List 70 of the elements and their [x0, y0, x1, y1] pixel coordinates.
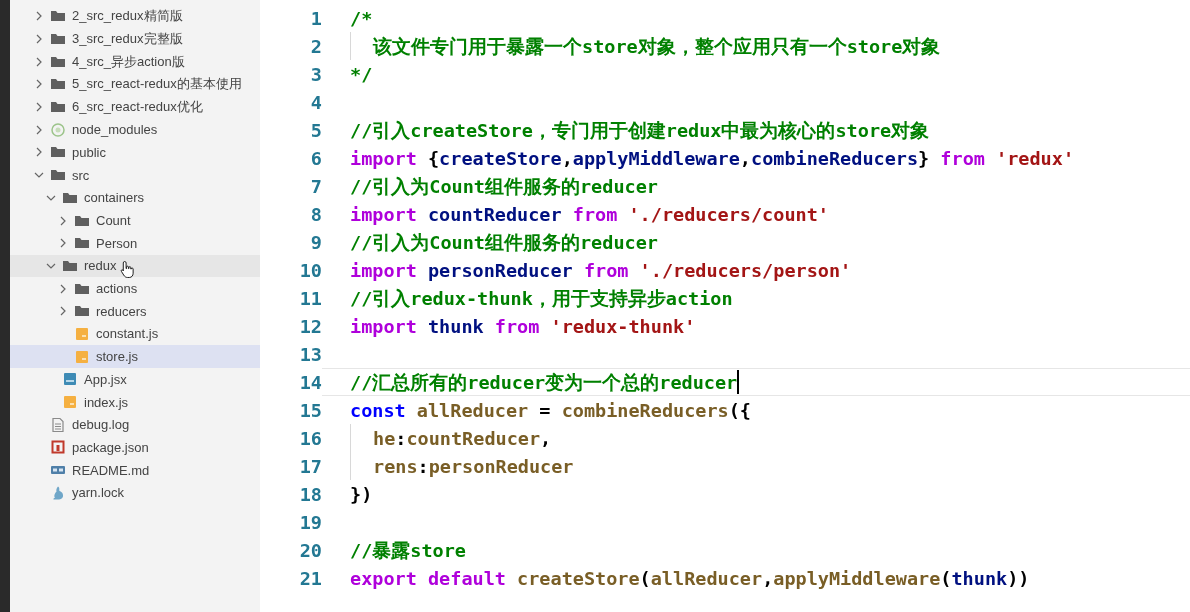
- tree-item[interactable]: 5_src_react-redux的基本使用: [10, 73, 260, 96]
- tree-item[interactable]: 3_src_redux完整版: [10, 27, 260, 51]
- code-comment: //引入为Count组件服务的reducer: [350, 230, 658, 255]
- tree-item[interactable]: index.js: [10, 390, 260, 414]
- tree-item[interactable]: actions: [10, 277, 260, 300]
- line-number: 13: [298, 343, 322, 365]
- line-number: 20: [298, 539, 322, 561]
- code-comment: //引入redux-thunk，用于支持异步action: [350, 286, 733, 311]
- line-number: 17: [298, 455, 322, 477]
- jsx-file-icon: [62, 371, 78, 388]
- tree-item[interactable]: Count: [10, 209, 260, 232]
- tree-item[interactable]: redux: [10, 254, 260, 278]
- line-number: 1: [309, 7, 322, 29]
- tree-item[interactable]: src: [10, 163, 260, 187]
- code-line: export default createStore(allReducer,applyMiddleware(thunk)): [350, 567, 1030, 589]
- document-icon: [50, 416, 66, 433]
- code-comment: //汇总所有的reducer变为一个总的reducer: [350, 370, 738, 395]
- code-comment: */: [350, 63, 373, 85]
- code-line: const allReducer = combineReducers({: [350, 399, 751, 421]
- code-comment: //暴露store: [350, 538, 466, 563]
- line-number: 14: [298, 371, 322, 393]
- tree-item[interactable]: App.jsx: [10, 368, 260, 391]
- line-number: 16: [298, 427, 322, 449]
- line-number: 8: [309, 203, 322, 225]
- tree-item[interactable]: constant.js: [10, 322, 260, 346]
- package-icon: [50, 439, 66, 456]
- line-number: 10: [298, 259, 322, 281]
- line-number: 9: [309, 231, 322, 253]
- tree-item[interactable]: store.js: [10, 345, 260, 368]
- js-file-icon: [74, 348, 90, 365]
- tree-item[interactable]: 2_src_redux精简版: [10, 5, 260, 28]
- tree-item[interactable]: 4_src_异步action版: [10, 50, 260, 74]
- line-number: 18: [298, 483, 322, 505]
- tree-item[interactable]: debug.log: [10, 413, 260, 437]
- line-number: 2: [309, 35, 322, 57]
- tree-item[interactable]: reducers: [10, 299, 260, 323]
- tree-item[interactable]: node_modules: [10, 118, 260, 142]
- text-cursor: [737, 370, 740, 394]
- line-number: 7: [309, 175, 322, 197]
- code-line: import {createStore,applyMiddleware,combineReducers} from 'redux': [350, 147, 1075, 169]
- code-comment: //引入createStore，专门用于创建redux中最为核心的store对象: [350, 118, 930, 143]
- line-number: 19: [298, 511, 322, 533]
- tree-item[interactable]: package.json: [10, 436, 260, 459]
- code-line: import thunk from 'redux-thunk': [350, 315, 696, 337]
- line-number: 6: [309, 147, 322, 169]
- tree-item[interactable]: containers: [10, 186, 260, 210]
- code-comment: //引入为Count组件服务的reducer: [350, 174, 658, 199]
- js-file-icon: [62, 394, 78, 411]
- hand-cursor-icon: [119, 260, 135, 280]
- line-number: 4: [309, 91, 322, 113]
- code-comment: /*: [350, 7, 373, 29]
- tree-item[interactable]: yarn.lock: [10, 481, 260, 505]
- line-number: 15: [298, 399, 322, 421]
- code-line: import personReducer from './reducers/person': [350, 259, 852, 281]
- tree-item[interactable]: Person: [10, 231, 260, 255]
- line-number: 3: [309, 63, 322, 85]
- tree-item[interactable]: README.md: [10, 458, 260, 482]
- code-line: rens:personReducer: [373, 455, 574, 477]
- code-line: }): [350, 483, 373, 505]
- line-number: 5: [309, 119, 322, 141]
- line-number: 21: [298, 567, 322, 589]
- yarn-icon: [50, 484, 66, 501]
- tree-item[interactable]: public: [10, 141, 260, 164]
- code-line: he:countReducer,: [373, 427, 552, 449]
- code-comment: 该文件专门用于暴露一个store对象，整个应用只有一个store对象: [373, 34, 941, 59]
- tree-item[interactable]: 6_src_react-redux优化: [10, 95, 260, 119]
- code-line: import countReducer from './reducers/count': [350, 203, 829, 225]
- line-number: 12: [298, 315, 322, 337]
- line-number: 11: [298, 287, 322, 309]
- js-file-icon: [74, 325, 90, 342]
